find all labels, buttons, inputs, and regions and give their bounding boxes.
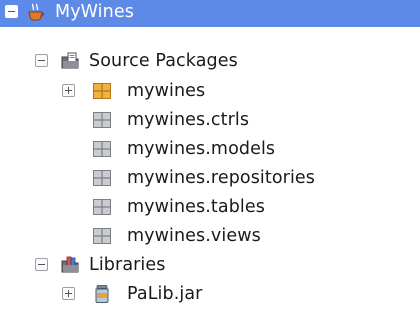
tree-node-package[interactable]: mywines.repositories xyxy=(0,164,420,193)
package-label: mywines.repositories xyxy=(127,168,315,188)
collapse-toggle[interactable] xyxy=(35,258,48,271)
empty-package-icon xyxy=(93,112,111,128)
libraries-folder-icon xyxy=(61,256,79,273)
package-label: mywines.ctrls xyxy=(127,110,250,130)
package-label: mywines.views xyxy=(127,226,261,246)
tree-node-jar[interactable]: PaLib.jar xyxy=(0,280,420,309)
tree-node-package[interactable]: mywines xyxy=(0,77,420,106)
package-icon xyxy=(93,83,111,99)
expand-toggle[interactable] xyxy=(62,287,75,300)
project-label: MyWines xyxy=(55,2,134,22)
jar-file-icon xyxy=(95,285,109,303)
collapse-toggle[interactable] xyxy=(35,54,48,67)
tree-node-package[interactable]: mywines.views xyxy=(0,222,420,251)
empty-package-icon xyxy=(93,141,111,157)
package-label: mywines.models xyxy=(127,139,276,159)
tree-node-package[interactable]: mywines.tables xyxy=(0,193,420,222)
package-label: mywines.tables xyxy=(127,197,265,217)
project-tree[interactable]: MyWines Source Packages mywines mywines.… xyxy=(0,0,420,304)
source-packages-label: Source Packages xyxy=(89,51,238,71)
source-packages-folder-icon xyxy=(61,52,79,69)
expand-toggle[interactable] xyxy=(62,84,75,97)
collapse-toggle[interactable] xyxy=(5,5,18,18)
empty-package-icon xyxy=(93,228,111,244)
tree-node-source-packages[interactable]: Source Packages xyxy=(0,47,420,77)
package-label: mywines xyxy=(127,81,206,101)
tree-node-libraries[interactable]: Libraries xyxy=(0,251,420,280)
tree-node-project[interactable]: MyWines xyxy=(0,0,420,27)
jar-label: PaLib.jar xyxy=(127,284,203,304)
empty-package-icon xyxy=(93,199,111,215)
tree-node-package[interactable]: mywines.models xyxy=(0,135,420,164)
tree-node-package[interactable]: mywines.ctrls xyxy=(0,106,420,135)
coffee-cup-project-icon xyxy=(28,3,45,21)
empty-package-icon xyxy=(93,170,111,186)
libraries-label: Libraries xyxy=(89,255,166,275)
